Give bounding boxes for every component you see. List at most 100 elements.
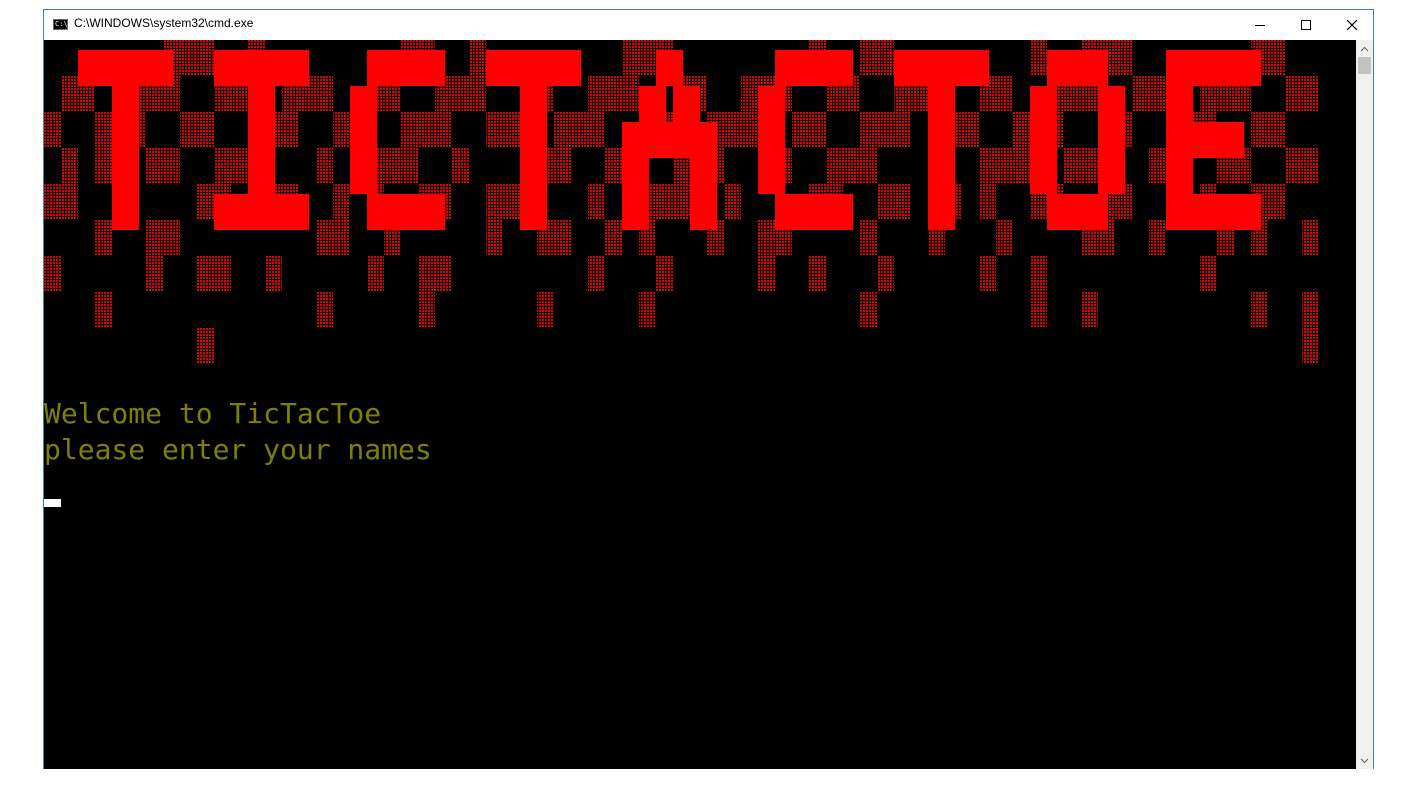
banner-shade-block: [1013, 148, 1030, 184]
banner-shade-block: [1030, 40, 1047, 76]
banner-shade-block: [197, 328, 214, 364]
banner-letter-block: [758, 86, 786, 122]
banner-shade-block: [1302, 220, 1319, 256]
banner-letter-block: [962, 50, 990, 86]
banner-shade-block: [877, 112, 894, 148]
cmd-icon[interactable]: C:\: [53, 19, 68, 30]
minimize-button[interactable]: [1237, 10, 1283, 40]
banner-shade-block: [877, 184, 894, 220]
tictactoe-ascii-banner: [44, 40, 1319, 364]
banner-shade-block: [333, 220, 350, 256]
banner-shade-block: [877, 40, 894, 76]
banner-letter-block: [826, 50, 854, 86]
banner-shade-block: [571, 112, 588, 148]
scroll-down-button[interactable]: [1356, 752, 1373, 769]
banner-shade-block: [316, 148, 333, 184]
banner-shade-block: [367, 256, 384, 292]
banner-shade-block: [1149, 220, 1166, 256]
console-output[interactable]: Welcome to TicTacToe please enter your n…: [44, 40, 1357, 769]
banner-shade-block: [316, 292, 333, 328]
banner-shade-block: [180, 40, 197, 76]
vertical-scrollbar[interactable]: [1356, 40, 1373, 769]
banner-letter-block: [1234, 194, 1262, 230]
banner-shade-block: [605, 220, 622, 256]
banner-shade-block: [588, 76, 605, 112]
banner-shade-block: [282, 112, 299, 148]
banner-shade-block: [333, 184, 350, 220]
console-window: C:\ C:\WINDOWS\system32\cmd.exe Welcome …: [43, 9, 1374, 769]
banner-letter-block: [418, 50, 446, 86]
banner-letter-block: [690, 122, 718, 158]
banner-shade-block: [792, 112, 809, 148]
banner-shade-block: [146, 148, 163, 184]
banner-shade-block: [656, 184, 673, 220]
banner-shade-block: [231, 148, 248, 184]
scroll-up-button[interactable]: [1356, 40, 1373, 57]
banner-letter-block: [282, 194, 310, 230]
banner-shade-block: [979, 256, 996, 292]
banner-letter-block: [350, 158, 378, 194]
chevron-up-icon: [1360, 46, 1369, 51]
banner-shade-block: [1302, 292, 1319, 328]
banner-letter-block: [1081, 194, 1109, 230]
close-icon: [1346, 19, 1358, 31]
banner-shade-block: [979, 148, 996, 184]
banner-shade-block: [180, 112, 197, 148]
banner-shade-block: [44, 112, 61, 148]
banner-letter-block: [1030, 86, 1058, 122]
banner-letter-block: [690, 158, 718, 194]
banner-letter-block: [1166, 158, 1194, 194]
banner-shade-block: [1013, 112, 1030, 148]
banner-shade-block: [95, 112, 112, 148]
banner-shade-block: [61, 184, 78, 220]
scrollbar-thumb[interactable]: [1358, 57, 1371, 74]
banner-shade-block: [741, 76, 758, 112]
banner-shade-block: [894, 184, 911, 220]
banner-shade-block: [1302, 328, 1319, 364]
banner-shade-block: [146, 220, 163, 256]
minimize-icon: [1255, 25, 1265, 26]
banner-shade-block: [333, 112, 350, 148]
banner-letter-block: [146, 50, 174, 86]
banner-shade-block: [860, 220, 877, 256]
banner-shade-block: [673, 184, 690, 220]
banner-shade-block: [894, 112, 911, 148]
banner-shade-block: [163, 148, 180, 184]
banner-shade-block: [656, 256, 673, 292]
window-title: C:\WINDOWS\system32\cmd.exe: [74, 16, 254, 30]
banner-shade-block: [860, 40, 877, 76]
banner-shade-block: [554, 148, 571, 184]
banner-shade-block: [1030, 256, 1047, 292]
banner-shade-block: [605, 76, 622, 112]
banner-letter-block: [622, 158, 650, 194]
banner-shade-block: [469, 40, 486, 76]
banner-shade-block: [996, 76, 1013, 112]
banner-shade-block: [503, 112, 520, 148]
banner-letter-block: [418, 194, 446, 230]
banner-letter-block: [520, 194, 548, 230]
banner-shade-block: [61, 76, 78, 112]
banner-shade-block: [605, 148, 622, 184]
banner-letter-block: [928, 86, 956, 122]
banner-shade-block: [197, 40, 214, 76]
banner-shade-block: [486, 220, 503, 256]
close-button[interactable]: [1329, 10, 1375, 40]
banner-shade-block: [1302, 148, 1319, 184]
banner-shade-block: [860, 112, 877, 148]
banner-shade-block: [1081, 292, 1098, 328]
banner-shade-block: [1285, 148, 1302, 184]
banner-letter-block: [1234, 50, 1262, 86]
banner-letter-block: [1098, 158, 1126, 194]
banner-letter-block: [928, 122, 956, 158]
prompt-line: please enter your names: [44, 433, 432, 466]
banner-shade-block: [622, 40, 639, 76]
banner-shade-block: [316, 76, 333, 112]
banner-shade-block: [401, 148, 418, 184]
title-bar[interactable]: C:\ C:\WINDOWS\system32\cmd.exe: [44, 10, 1373, 40]
banner-shade-block: [826, 148, 843, 184]
banner-shade-block: [588, 256, 605, 292]
maximize-button[interactable]: [1283, 10, 1329, 40]
banner-shade-block: [588, 184, 605, 220]
banner-shade-block: [1268, 112, 1285, 148]
banner-letter-block: [112, 86, 140, 122]
